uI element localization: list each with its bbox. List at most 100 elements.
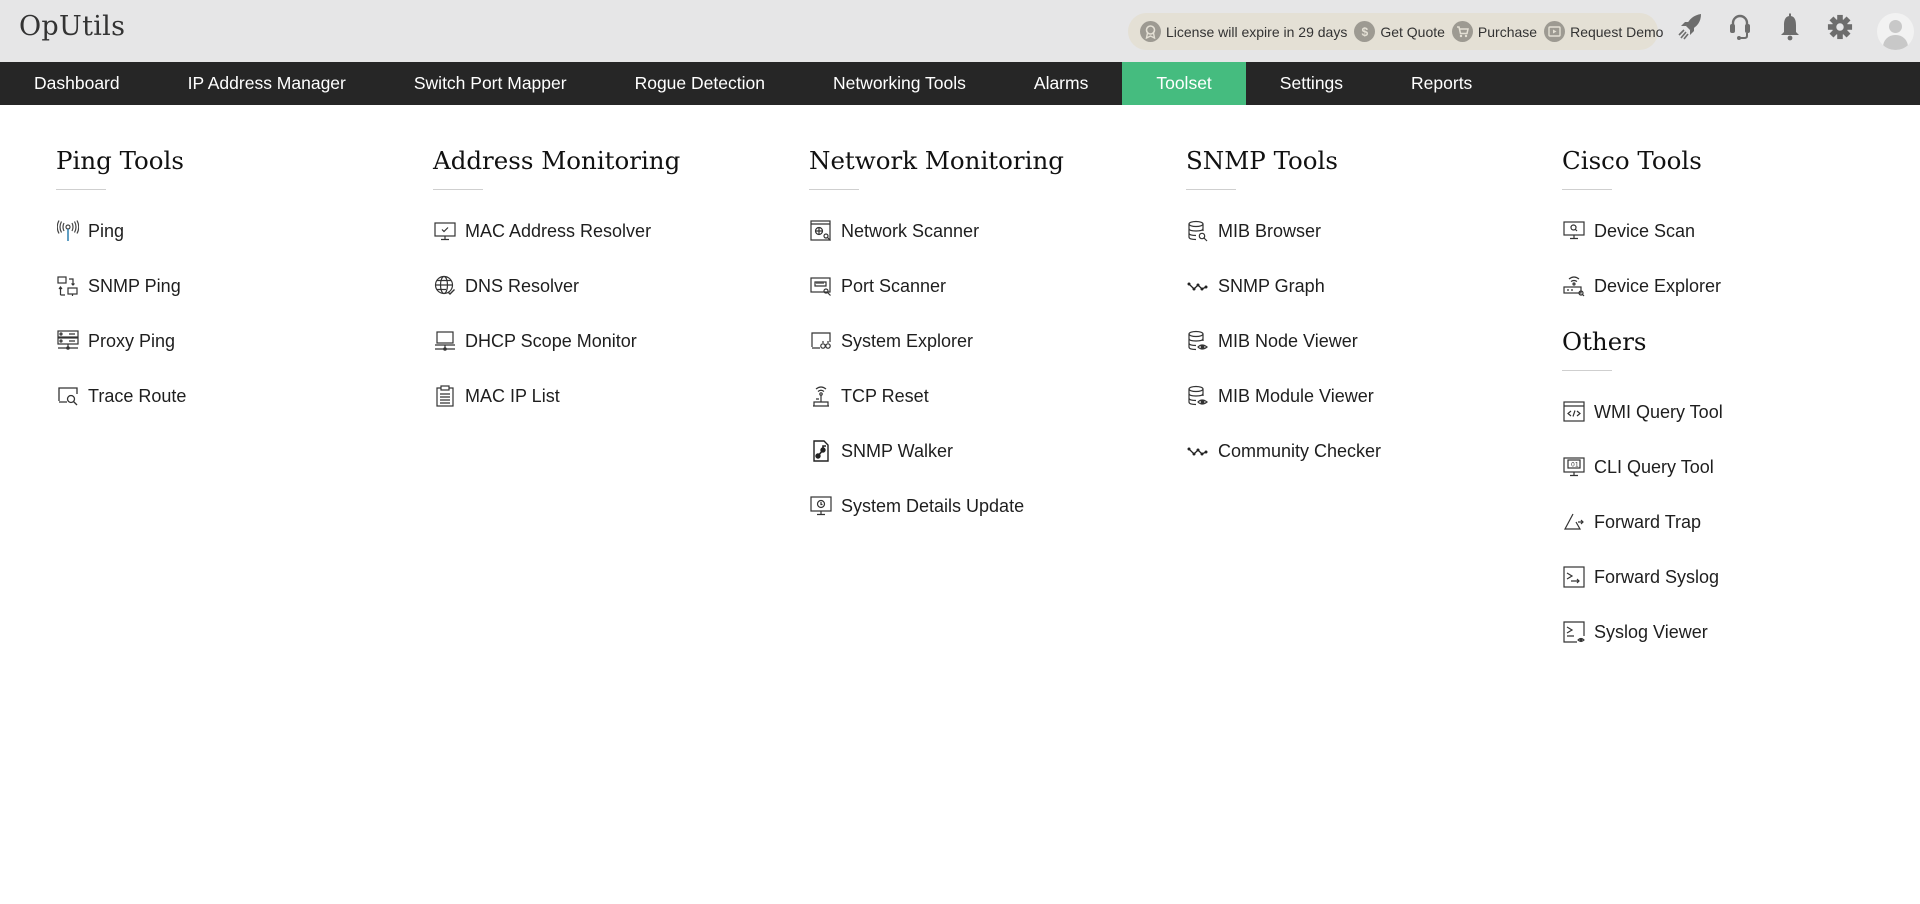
tool-label: Device Explorer xyxy=(1594,275,1722,296)
section-ping-tools: Ping Tools Ping SNMP Ping Proxy Ping Tra… xyxy=(56,146,416,437)
license-expiry-notice[interactable]: License will expire in 29 days xyxy=(1140,21,1347,42)
database-eye-icon xyxy=(1186,384,1210,408)
tool-tcp-reset[interactable]: TCP Reset xyxy=(809,382,1169,410)
tool-forward-syslog[interactable]: Forward Syslog xyxy=(1562,563,1920,591)
tool-mac-address-resolver[interactable]: MAC Address Resolver xyxy=(433,217,793,245)
main-nav: Dashboard IP Address Manager Switch Port… xyxy=(0,62,1920,105)
nav-switch-port-mapper[interactable]: Switch Port Mapper xyxy=(380,62,601,105)
nav-alarms[interactable]: Alarms xyxy=(1000,62,1122,105)
tool-device-explorer[interactable]: Device Explorer xyxy=(1562,272,1920,300)
tool-label: System Explorer xyxy=(841,330,974,351)
nav-ip-address-manager[interactable]: IP Address Manager xyxy=(154,62,380,105)
tool-label: MAC IP List xyxy=(465,385,560,406)
tool-proxy-ping[interactable]: Proxy Ping xyxy=(56,327,416,355)
laptop-network-icon xyxy=(433,329,457,353)
video-icon xyxy=(1544,21,1566,42)
section-address-monitoring: Address Monitoring MAC Address Resolver … xyxy=(433,146,793,437)
nav-reports[interactable]: Reports xyxy=(1377,62,1506,105)
antenna-icon xyxy=(56,219,80,243)
monitor-update-icon xyxy=(809,494,833,518)
snmp-walker-icon xyxy=(809,439,833,463)
network-scan-icon xyxy=(809,219,833,243)
tool-label: CLI Query Tool xyxy=(1594,456,1714,477)
tool-system-details-update[interactable]: System Details Update xyxy=(809,492,1169,520)
app-logo[interactable]: OpUtils xyxy=(19,11,125,42)
router-search-icon xyxy=(1562,274,1586,298)
tool-ping[interactable]: Ping xyxy=(56,217,416,245)
tool-label: Device Scan xyxy=(1594,220,1696,241)
tool-label: Forward Syslog xyxy=(1594,566,1720,587)
binoculars-icon xyxy=(809,329,833,353)
nav-toolset[interactable]: Toolset xyxy=(1122,62,1246,105)
snmp-ping-icon xyxy=(56,274,80,298)
section-divider xyxy=(1186,189,1236,190)
tool-snmp-walker[interactable]: SNMP Walker xyxy=(809,437,1169,465)
nav-networking-tools[interactable]: Networking Tools xyxy=(799,62,1000,105)
header-actions xyxy=(1677,12,1877,42)
tool-device-scan[interactable]: Device Scan xyxy=(1562,217,1920,245)
monitor-binary-icon: 01 xyxy=(1562,455,1586,479)
gear-icon[interactable] xyxy=(1827,12,1853,42)
tool-port-scanner[interactable]: Port Scanner xyxy=(809,272,1169,300)
tool-label: SNMP Graph xyxy=(1218,275,1325,296)
tool-label: Community Checker xyxy=(1218,440,1382,461)
rocket-icon[interactable] xyxy=(1677,12,1703,42)
terminal-view-icon xyxy=(1562,620,1586,644)
monitor-check-icon xyxy=(433,219,457,243)
tool-label: System Details Update xyxy=(841,495,1025,516)
monitor-search-icon xyxy=(1562,219,1586,243)
tool-label: TCP Reset xyxy=(841,385,929,406)
top-header: OpUtils License will expire in 29 days $… xyxy=(0,0,1920,62)
bell-icon[interactable] xyxy=(1777,12,1803,42)
tool-label: Port Scanner xyxy=(841,275,947,296)
section-divider xyxy=(1562,189,1612,190)
tool-label: SNMP Walker xyxy=(841,440,954,461)
section-divider xyxy=(1562,370,1612,371)
get-quote-label: Get Quote xyxy=(1380,23,1445,40)
nav-rogue-detection[interactable]: Rogue Detection xyxy=(601,62,799,105)
tower-icon xyxy=(809,384,833,408)
tool-snmp-graph[interactable]: SNMP Graph xyxy=(1186,272,1546,300)
section-title: Ping Tools xyxy=(56,146,184,175)
svg-text:01: 01 xyxy=(1571,462,1579,469)
tool-system-explorer[interactable]: System Explorer xyxy=(809,327,1169,355)
tool-label: DHCP Scope Monitor xyxy=(465,330,637,351)
section-divider xyxy=(809,189,859,190)
tool-network-scanner[interactable]: Network Scanner xyxy=(809,217,1169,245)
tool-label: Trace Route xyxy=(88,385,187,406)
clipboard-list-icon xyxy=(433,384,457,408)
nav-settings[interactable]: Settings xyxy=(1246,62,1377,105)
tool-forward-trap[interactable]: Forward Trap xyxy=(1562,508,1920,536)
tool-snmp-ping[interactable]: SNMP Ping xyxy=(56,272,416,300)
tool-label: DNS Resolver xyxy=(465,275,580,296)
graph-line-icon xyxy=(1186,439,1210,463)
database-search-icon xyxy=(1186,219,1210,243)
tool-dhcp-scope-monitor[interactable]: DHCP Scope Monitor xyxy=(433,327,793,355)
avatar-head xyxy=(1889,20,1902,33)
dollar-icon: $ xyxy=(1354,21,1376,42)
tool-label: SNMP Ping xyxy=(88,275,181,296)
tool-cli-query-tool[interactable]: 01 CLI Query Tool xyxy=(1562,453,1920,481)
tool-community-checker[interactable]: Community Checker xyxy=(1186,437,1546,465)
tool-mib-node-viewer[interactable]: MIB Node Viewer xyxy=(1186,327,1546,355)
avatar-body xyxy=(1883,35,1908,50)
database-eye-icon xyxy=(1186,329,1210,353)
headset-icon[interactable] xyxy=(1727,12,1753,42)
license-icon xyxy=(1140,21,1161,42)
tool-wmi-query-tool[interactable]: WMI Query Tool xyxy=(1562,398,1920,426)
tool-mac-ip-list[interactable]: MAC IP List xyxy=(433,382,793,410)
purchase-link[interactable]: Purchase xyxy=(1451,21,1537,42)
tool-dns-resolver[interactable]: DNS Resolver xyxy=(433,272,793,300)
get-quote-link[interactable]: $ Get Quote xyxy=(1354,21,1445,42)
tool-mib-browser[interactable]: MIB Browser xyxy=(1186,217,1546,245)
cart-icon xyxy=(1451,21,1473,42)
tool-trace-route[interactable]: Trace Route xyxy=(56,382,416,410)
nav-dashboard[interactable]: Dashboard xyxy=(0,62,154,105)
section-title: Network Monitoring xyxy=(809,146,1064,175)
tool-syslog-viewer[interactable]: Syslog Viewer xyxy=(1562,618,1920,646)
code-window-icon xyxy=(1562,400,1586,424)
tool-mib-module-viewer[interactable]: MIB Module Viewer xyxy=(1186,382,1546,410)
section-title: Cisco Tools xyxy=(1562,146,1702,175)
request-demo-link[interactable]: Request Demo xyxy=(1544,21,1663,42)
avatar[interactable] xyxy=(1877,13,1914,50)
